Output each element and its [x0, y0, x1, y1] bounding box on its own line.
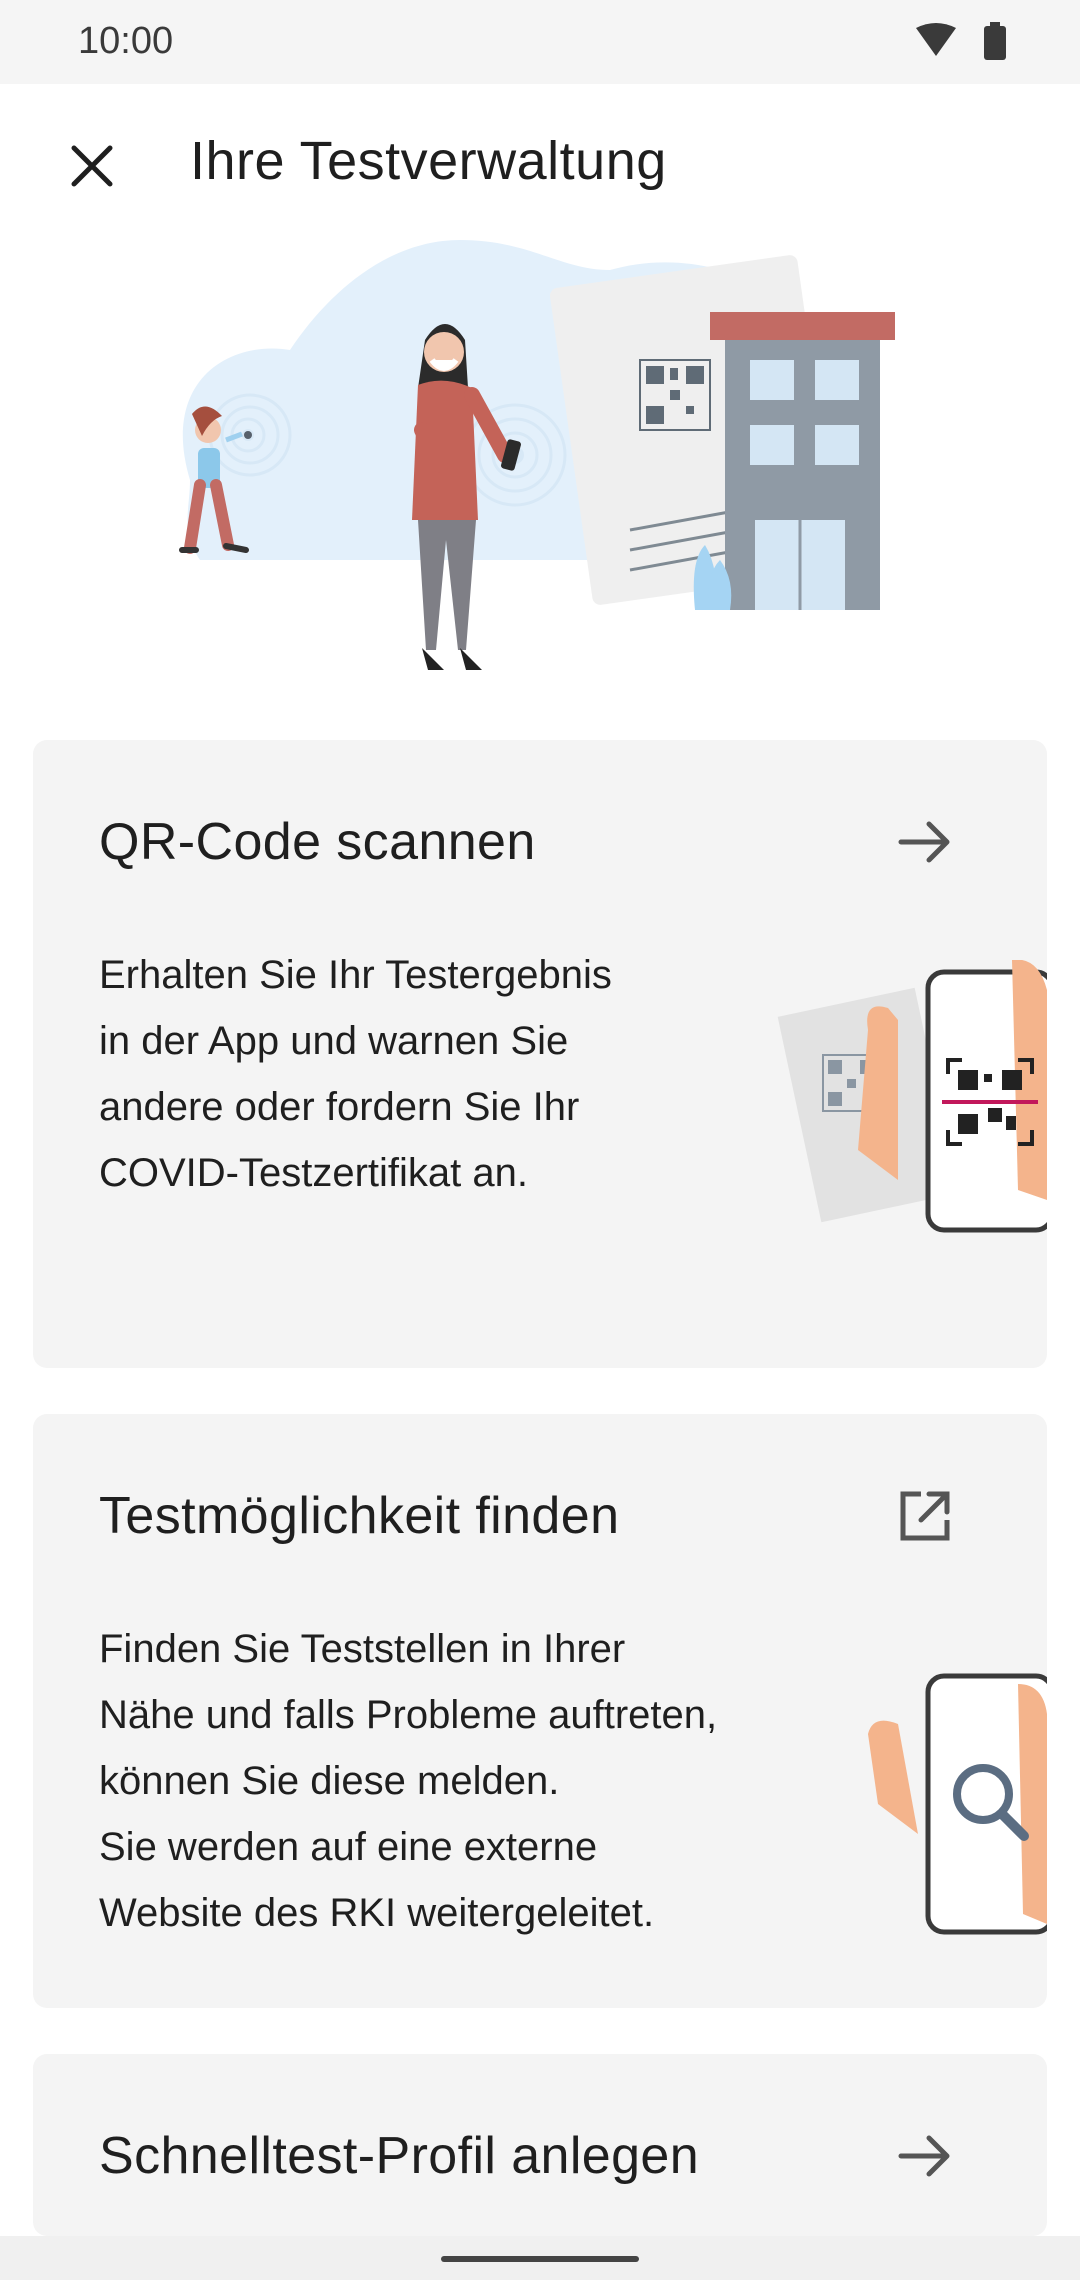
close-icon: [71, 145, 113, 187]
arrow-right-icon: [895, 2126, 955, 2186]
qr-scan-card-title: QR-Code scannen: [99, 813, 536, 871]
gesture-navigation-bar: [0, 2236, 1080, 2280]
rapid-test-profile-card-title: Schnelltest-Profil anlegen: [99, 2127, 700, 2185]
wifi-icon: [916, 23, 956, 56]
status-bar: 10:00: [0, 0, 1080, 84]
battery-icon: [984, 22, 1006, 60]
top-app-bar: Ihre Testverwaltung: [0, 84, 1080, 244]
qr-scan-card[interactable]: QR-Code scannen Erhalten Sie Ihr Testerg…: [33, 740, 1055, 1368]
arrow-right-icon: [895, 812, 955, 872]
find-test-location-card-title: Testmöglichkeit finden: [99, 1487, 620, 1545]
find-test-location-card[interactable]: Testmöglichkeit finden Finden Sie Testst…: [33, 1414, 1055, 2008]
qr-scan-card-description: Erhalten Sie Ihr Testergebnis in der App…: [99, 953, 612, 1195]
home-gesture-handle[interactable]: [441, 2256, 639, 2262]
phone-scanning-qr-illustration: [768, 959, 1055, 1264]
page-title: Ihre Testverwaltung: [190, 131, 667, 191]
close-button[interactable]: [60, 134, 124, 198]
phone-search-illustration: [858, 1664, 1055, 1958]
status-time: 10:00: [78, 20, 174, 62]
rapid-test-profile-card[interactable]: Schnelltest-Profil anlegen: [33, 2054, 1047, 2236]
find-test-location-card-description: Finden Sie Teststellen in Ihrer Nähe und…: [99, 1627, 718, 1935]
open-external-icon: [895, 1486, 955, 1546]
hero-illustration: [160, 230, 920, 690]
status-icons: [914, 22, 1014, 66]
